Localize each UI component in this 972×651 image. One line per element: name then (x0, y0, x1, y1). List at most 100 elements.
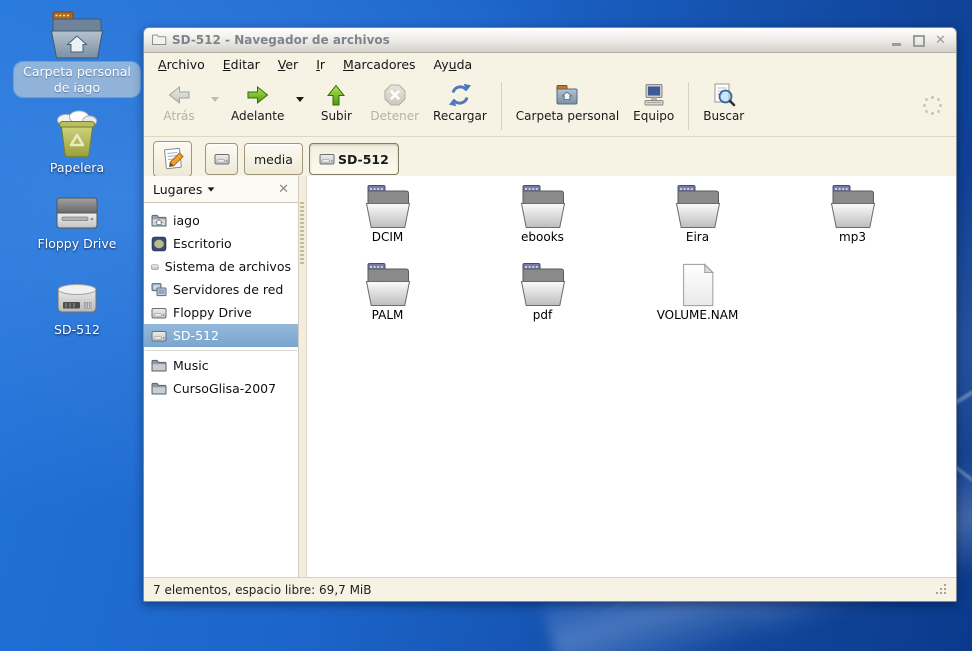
toolbar: Atrás Adelante Subir Detener Recargar Ca… (144, 76, 956, 137)
maximize-icon (913, 35, 925, 47)
file-item-ebooks[interactable]: ebooks (465, 183, 620, 261)
file-item-pdf[interactable]: pdf (465, 261, 620, 339)
toolbar-separator (688, 82, 689, 130)
back-arrow-icon (166, 81, 192, 108)
resize-grip[interactable] (936, 584, 947, 595)
status-text: 7 elementos, espacio libre: 69,7 MiB (153, 583, 372, 597)
sidebar-item-music[interactable]: Music (144, 354, 298, 377)
desktop-icon-label: SD-512 (54, 322, 100, 338)
desktop-icon-home[interactable]: Carpeta personal de iago (14, 10, 140, 97)
file-grid: DCIM ebooks Eira mp3 PALM (310, 183, 956, 339)
minimize-button[interactable] (888, 33, 905, 48)
folder-icon (364, 184, 412, 230)
splitter-grip-icon (300, 202, 304, 266)
sidebar-item-sd512[interactable]: SD-512 (144, 324, 298, 347)
folder-icon (151, 358, 167, 374)
path-button-root[interactable] (205, 143, 238, 175)
stop-icon (382, 81, 408, 108)
path-button-media[interactable]: media (244, 143, 303, 175)
minimize-icon (892, 43, 901, 46)
sidebar-separator (145, 350, 297, 351)
menu-ir[interactable]: Ir (307, 55, 334, 74)
menu-ayuda[interactable]: Ayuda (425, 55, 482, 74)
sidebar-item-cursoglisa[interactable]: CursoGlisa-2007 (144, 377, 298, 400)
floppy-drive-icon (53, 192, 101, 234)
folder-icon (829, 184, 877, 230)
file-icon (678, 262, 718, 308)
path-button-sd512[interactable]: SD-512 (309, 143, 399, 175)
desktop-icon-trash[interactable]: Papelera (14, 108, 140, 176)
folder-icon (519, 262, 567, 308)
file-view[interactable]: DCIM ebooks Eira mp3 PALM (307, 176, 956, 578)
chevron-down-icon (211, 97, 219, 102)
home-button[interactable]: Carpeta personal (509, 78, 626, 134)
places-list: iago Escritorio Sistema de archivos Serv… (144, 203, 298, 400)
folder-icon (151, 381, 167, 397)
drive-icon (151, 328, 167, 344)
refresh-icon (447, 81, 473, 108)
network-icon (151, 282, 167, 298)
file-item-dcim[interactable]: DCIM (310, 183, 465, 261)
places-selector[interactable]: Lugares ✕ (144, 176, 298, 203)
forward-button[interactable]: Adelante (224, 78, 291, 134)
search-icon (711, 81, 737, 108)
trash-icon (53, 108, 101, 158)
sidebar: Lugares ✕ iago Escritorio Sistema de arc… (144, 176, 299, 578)
sidebar-close-button[interactable]: ✕ (275, 182, 292, 197)
sidebar-item-escritorio[interactable]: Escritorio (144, 232, 298, 255)
drive-icon (214, 151, 230, 167)
sidebar-item-iago[interactable]: iago (144, 209, 298, 232)
forward-dropdown-button[interactable] (291, 64, 309, 134)
close-button[interactable]: ✕ (932, 33, 949, 48)
computer-button[interactable]: Equipo (626, 78, 681, 134)
file-item-mp3[interactable]: mp3 (775, 183, 930, 261)
file-item-eira[interactable]: Eira (620, 183, 775, 261)
stop-button[interactable]: Detener (363, 78, 426, 134)
sidebar-item-floppy[interactable]: Floppy Drive (144, 301, 298, 324)
activity-throbber (920, 93, 946, 119)
home-folder-icon (151, 213, 167, 229)
sidebar-item-filesystem[interactable]: Sistema de archivos (144, 255, 298, 278)
up-button[interactable]: Subir (309, 78, 363, 134)
desktop-icon (151, 236, 167, 252)
back-dropdown-button[interactable] (206, 64, 224, 134)
search-button[interactable]: Buscar (696, 78, 751, 134)
chevron-down-icon (296, 97, 304, 102)
edit-location-icon (160, 146, 186, 172)
file-item-volume-nam[interactable]: VOLUME.NAM (620, 261, 775, 339)
window-content: Lugares ✕ iago Escritorio Sistema de arc… (144, 176, 956, 578)
sidebar-item-network[interactable]: Servidores de red (144, 278, 298, 301)
removable-drive-icon (53, 278, 101, 320)
file-item-palm[interactable]: PALM (310, 261, 465, 339)
reload-button[interactable]: Recargar (426, 78, 494, 134)
menu-archivo[interactable]: Archivo (149, 55, 214, 74)
titlebar[interactable]: SD-512 - Navegador de archivos ✕ (144, 28, 956, 53)
up-arrow-icon (323, 81, 349, 108)
home-folder-icon (554, 81, 580, 108)
window-title: SD-512 - Navegador de archivos (172, 33, 883, 47)
desktop-icon-label: Papelera (50, 160, 104, 176)
desktop-icon-floppy[interactable]: Floppy Drive (14, 192, 140, 252)
desktop-icon-label: Floppy Drive (38, 236, 117, 252)
pane-splitter[interactable] (299, 176, 307, 578)
folder-icon (364, 262, 412, 308)
toolbar-separator (501, 82, 502, 130)
forward-arrow-icon (245, 81, 271, 108)
drive-icon (319, 151, 335, 167)
computer-icon (641, 81, 667, 108)
home-folder-icon (50, 10, 104, 60)
file-manager-window: SD-512 - Navegador de archivos ✕ Archivo… (143, 27, 957, 602)
maximize-button[interactable] (910, 33, 927, 48)
menu-marcadores[interactable]: Marcadores (334, 55, 425, 74)
toggle-location-entry-button[interactable] (153, 141, 192, 177)
desktop-icon-label: Carpeta personal de iago (14, 62, 140, 97)
folder-icon (519, 184, 567, 230)
folder-icon (674, 184, 722, 230)
back-button[interactable]: Atrás (152, 78, 206, 134)
drive-icon (151, 259, 159, 275)
close-icon: ✕ (935, 34, 946, 48)
statusbar: 7 elementos, espacio libre: 69,7 MiB (144, 577, 956, 601)
drive-icon (151, 305, 167, 321)
desktop-icon-sd512[interactable]: SD-512 (14, 278, 140, 338)
menubar: Archivo Editar Ver Ir Marcadores Ayuda (144, 53, 956, 76)
